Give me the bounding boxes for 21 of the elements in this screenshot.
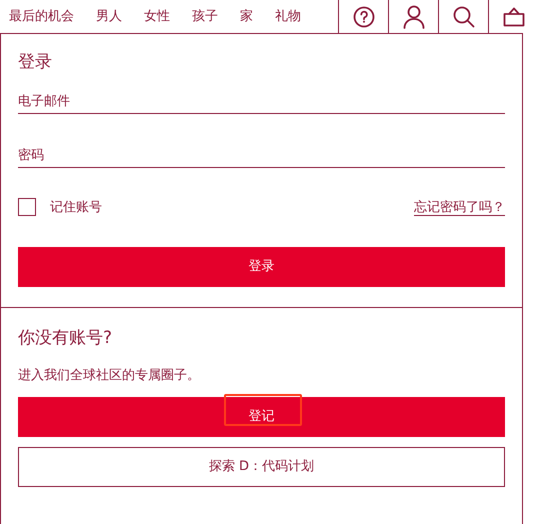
nav-link[interactable]: 家 bbox=[240, 6, 253, 26]
register-button[interactable]: 登记 bbox=[18, 397, 505, 437]
nav-link[interactable]: 孩子 bbox=[192, 6, 218, 26]
explore-button[interactable]: 探索 D：代码计划 bbox=[18, 447, 505, 487]
register-text: 进入我们全球社区的专属圈子。 bbox=[18, 366, 201, 384]
remember-label: 记住账号 bbox=[50, 198, 102, 216]
checkbox[interactable] bbox=[18, 198, 36, 216]
login-title: 登录 bbox=[18, 51, 53, 74]
login-button[interactable]: 登录 bbox=[18, 247, 505, 287]
nav-link[interactable]: 男人 bbox=[96, 6, 122, 26]
input-field[interactable]: 电子邮件 bbox=[18, 90, 505, 114]
nav-link[interactable]: 最后的机会 bbox=[9, 6, 74, 26]
input-field[interactable]: 密码 bbox=[18, 144, 505, 168]
nav-link[interactable]: 礼物 bbox=[275, 6, 301, 26]
user-icon bbox=[402, 4, 424, 28]
basket-icon bbox=[502, 6, 524, 26]
nav-link[interactable]: 女性 bbox=[144, 6, 170, 26]
forgot-password-link[interactable]: 忘记密码了吗？ bbox=[414, 198, 505, 217]
register-title: 你没有账号? bbox=[18, 327, 114, 350]
help-icon bbox=[352, 6, 374, 28]
search-icon bbox=[452, 6, 474, 28]
